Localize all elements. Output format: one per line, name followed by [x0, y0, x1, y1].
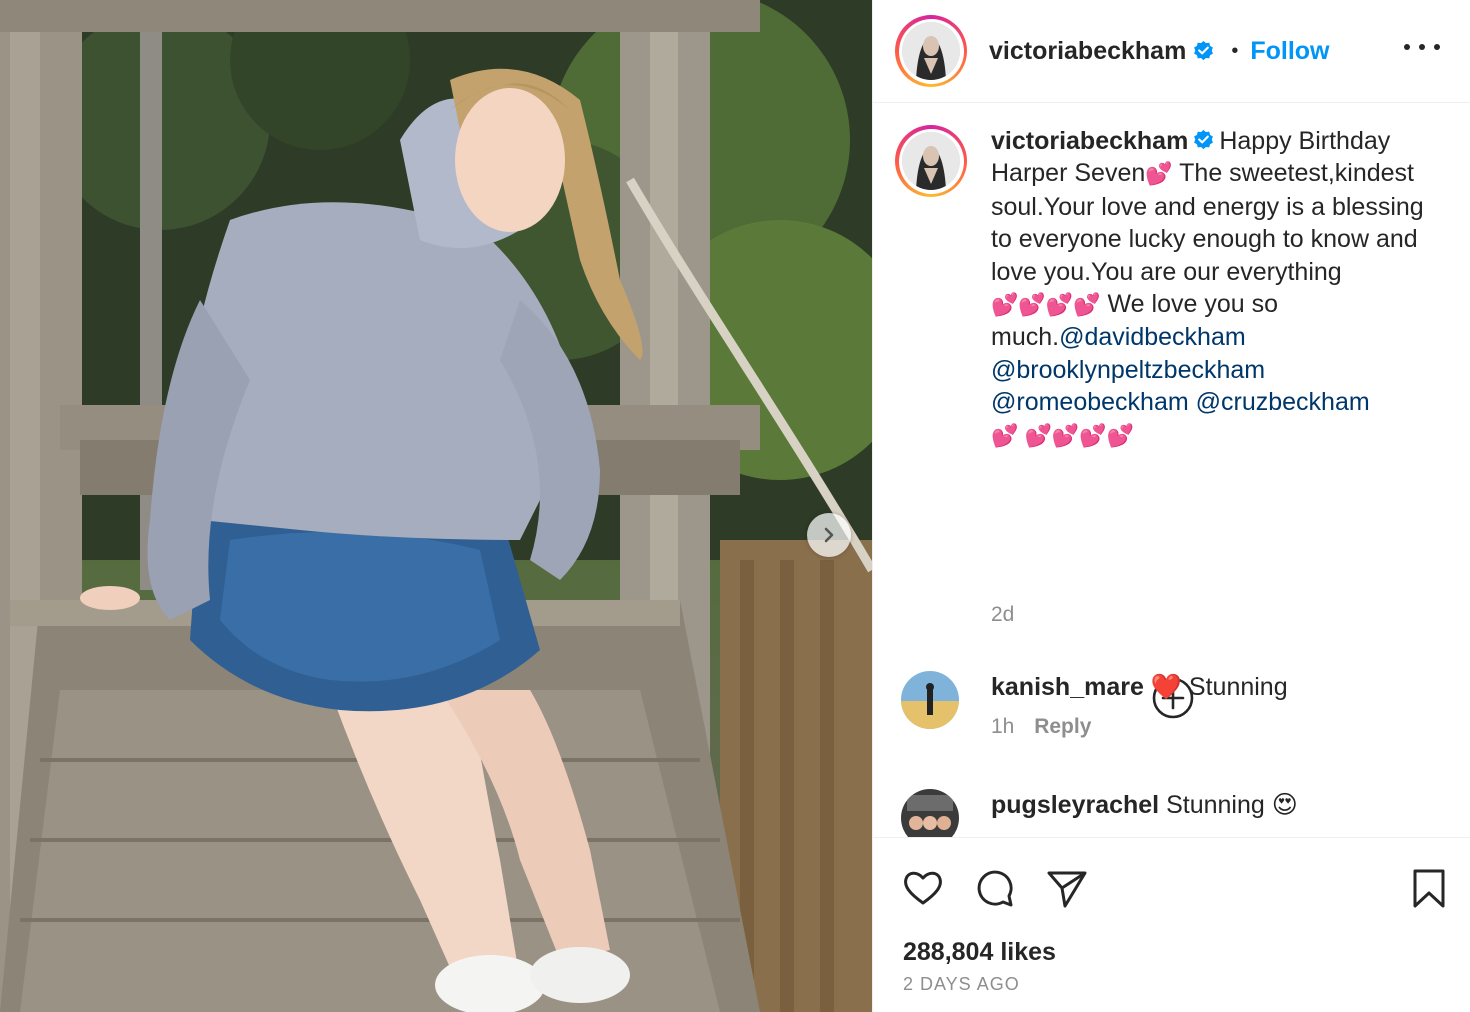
- more-options-icon[interactable]: [1404, 32, 1440, 62]
- post-caption: victoriabeckham Happy Birthday Harper Se…: [895, 125, 1431, 452]
- post-photo[interactable]: [0, 0, 872, 1012]
- photo-illustration: [0, 0, 872, 1012]
- comment-body: Stunning: [1188, 673, 1288, 701]
- comment-bubble-icon[interactable]: [973, 866, 1017, 910]
- comment-body: Stunning: [1166, 791, 1265, 819]
- comment-username[interactable]: kanish_mare: [991, 673, 1144, 701]
- mention-link[interactable]: @brooklynpeltzbeckham: [991, 356, 1265, 384]
- avatar-photo: [901, 671, 959, 729]
- follow-button[interactable]: Follow: [1250, 37, 1329, 66]
- commenter-avatar[interactable]: [901, 789, 959, 837]
- instagram-post: victoriabeckham • Follow victoriabeckham…: [0, 0, 1470, 1012]
- comment-username[interactable]: pugsleyrachel: [991, 791, 1159, 819]
- comments-section[interactable]: victoriabeckham Happy Birthday Harper Se…: [873, 103, 1470, 837]
- caption-author-avatar[interactable]: [895, 125, 967, 197]
- caption-timestamp[interactable]: 2d: [991, 603, 1014, 627]
- heart-eyes-emoji-icon: 😍: [1271, 791, 1298, 819]
- comment-item: kanish_mare ❤️ Stunning 1h Reply: [901, 671, 1288, 739]
- caption-text: victoriabeckham Happy Birthday Harper Se…: [991, 125, 1431, 452]
- reply-button[interactable]: Reply: [1034, 715, 1091, 738]
- comment-time[interactable]: 1h: [991, 715, 1014, 738]
- comment-meta: 1h Reply: [991, 715, 1288, 739]
- like-heart-icon[interactable]: [901, 866, 945, 910]
- likes-count[interactable]: 288,804 likes: [903, 938, 1056, 967]
- header-separator: •: [1231, 39, 1239, 62]
- save-bookmark-icon[interactable]: [1407, 866, 1451, 910]
- two-hearts-emoji-icon: 💕 💕💕💕💕: [991, 422, 1135, 448]
- post-actions: 288,804 likes 2 DAYS AGO: [873, 837, 1470, 1012]
- post-header: victoriabeckham • Follow: [873, 0, 1470, 103]
- mention-link[interactable]: @davidbeckham: [1059, 323, 1246, 351]
- author-username[interactable]: victoriabeckham: [989, 37, 1186, 66]
- red-heart-emoji-icon: ❤️: [1150, 673, 1182, 701]
- commenter-avatar[interactable]: [901, 671, 959, 729]
- avatar-photo: [901, 789, 959, 837]
- chevron-right-icon: [824, 527, 834, 543]
- comment-text: kanish_mare ❤️ Stunning: [991, 671, 1288, 703]
- mention-link[interactable]: @romeobeckham: [991, 388, 1189, 416]
- two-hearts-emoji-icon: 💕: [1145, 161, 1173, 187]
- verified-badge-icon: [1194, 129, 1214, 150]
- mention-link[interactable]: @cruzbeckham: [1196, 388, 1370, 416]
- next-image-button[interactable]: [807, 513, 851, 557]
- two-hearts-emoji-icon: 💕💕💕💕: [991, 292, 1101, 318]
- share-send-icon[interactable]: [1045, 866, 1089, 910]
- avatar-photo: [902, 22, 960, 80]
- post-side-panel: victoriabeckham • Follow victoriabeckham…: [872, 0, 1470, 1012]
- comment-text: pugsleyrachel Stunning 😍: [991, 789, 1298, 821]
- caption-username[interactable]: victoriabeckham: [991, 127, 1188, 155]
- verified-badge-icon: [1194, 40, 1214, 60]
- comment-item: pugsleyrachel Stunning 😍: [901, 789, 1298, 837]
- author-avatar[interactable]: [895, 15, 967, 87]
- avatar-photo: [902, 132, 960, 190]
- post-date: 2 DAYS AGO: [903, 974, 1020, 994]
